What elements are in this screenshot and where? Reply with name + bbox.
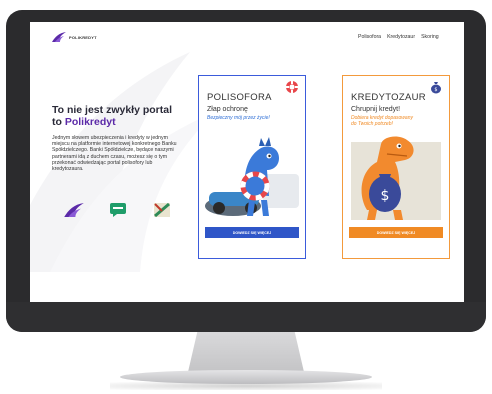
polikredyt-logo-icon — [52, 32, 66, 42]
top-nav: Polisofora Kredytozaur Skoring — [358, 34, 439, 40]
card-slogan: Dobiera kredyt dopasowany do Twoich potr… — [351, 115, 413, 127]
money-bag-icon: $ — [431, 82, 441, 94]
badge-chat[interactable] — [106, 198, 130, 222]
nav-item-kredytozaur[interactable]: Kredytozaur — [387, 34, 415, 40]
monitor-screen: POLIKREDYT Polisofora Kredytozaur Skorin… — [30, 22, 464, 302]
headline-prefix: to — [52, 116, 65, 128]
logo-text: POLIKREDYT — [69, 34, 97, 40]
svg-text:$: $ — [434, 87, 437, 93]
polikredyt-logo-icon — [64, 203, 84, 217]
nav-item-skoring[interactable]: Skoring — [421, 34, 439, 40]
badge-bank[interactable] — [150, 198, 174, 222]
badge-polikredyt[interactable] — [62, 198, 86, 222]
chat-icon — [110, 203, 126, 217]
dinosaur-moneybag-illustration: $ — [351, 136, 441, 220]
headline-accent: Polikredyt — [64, 116, 116, 128]
card-subtitle: Złap ochronę — [207, 106, 248, 113]
hero-headline: To nie jest zwykły portal to Polikredyt — [52, 104, 212, 128]
lifebuoy-icon — [286, 81, 298, 93]
monitor-chin — [6, 302, 486, 332]
partner-badges — [62, 198, 174, 222]
kredytozaur-more-button[interactable]: DOWIEDZ SIĘ WIĘCEJ — [349, 227, 443, 238]
bank-partner-icon — [154, 202, 170, 218]
svg-text:$: $ — [381, 188, 390, 204]
card-slogan-line2: do Twoich potrzeb! — [351, 121, 393, 127]
card-slogan: Bezpieczny mój przez życie! — [207, 115, 270, 121]
card-title: KREDYTOZAUR — [351, 92, 426, 103]
monitor-stand-base — [120, 370, 372, 384]
site-logo[interactable]: POLIKREDYT — [52, 32, 97, 42]
headline-line1: To nie jest zwykły portal — [52, 104, 173, 116]
nav-item-polisofora[interactable]: Polisofora — [358, 34, 381, 40]
polisofora-more-button[interactable]: DOWIEDZ SIĘ WIĘCEJ — [205, 227, 299, 238]
kredytozaur-card[interactable]: $ KREDYTOZAUR Chrupnij kredyt! Dobiera k… — [342, 75, 450, 259]
card-subtitle: Chrupnij kredyt! — [351, 106, 401, 113]
headline-line2: to Polikredyt — [52, 116, 212, 128]
card-title: POLISOFORA — [207, 92, 272, 103]
hero-paragraph: Jednym słowem ubezpieczenia i kredyty w … — [52, 135, 177, 173]
polisofora-card[interactable]: POLISOFORA Złap ochronę Bezpieczny mój p… — [198, 75, 306, 259]
monitor-stand-neck — [188, 332, 304, 372]
dinosaur-car-illustration — [205, 137, 299, 216]
